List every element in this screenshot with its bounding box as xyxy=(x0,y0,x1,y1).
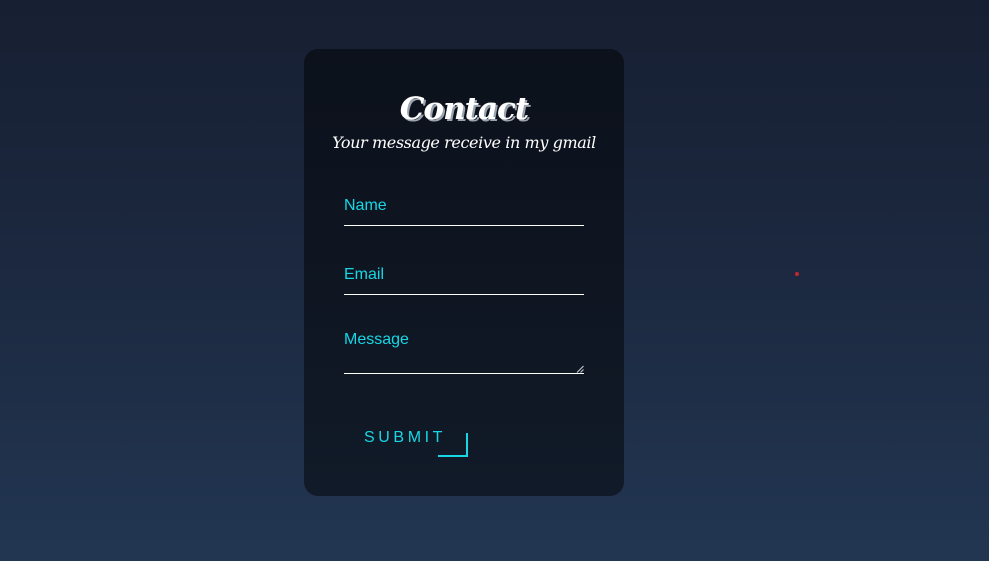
name-field-underline xyxy=(344,225,584,226)
name-field-label: Name xyxy=(344,197,387,214)
email-field-label: Email xyxy=(344,266,385,283)
message-field-underline xyxy=(344,373,584,374)
contact-card: Contact Your message receive in my gmail… xyxy=(304,49,624,496)
email-field[interactable]: Email xyxy=(344,264,584,296)
name-field[interactable]: Name xyxy=(344,195,584,227)
submit-corner-accent xyxy=(438,433,468,457)
email-field-underline xyxy=(344,294,584,295)
red-dot xyxy=(795,272,799,276)
message-field-label: Message xyxy=(344,331,409,348)
submit-button[interactable]: SUBMIT xyxy=(364,428,468,457)
card-subtitle: Your message receive in my gmail xyxy=(332,133,596,152)
card-title: Contact xyxy=(399,91,530,127)
message-field[interactable]: Message xyxy=(344,329,584,375)
textarea-resize-icon[interactable] xyxy=(576,365,584,373)
submit-button-label: SUBMIT xyxy=(364,429,447,446)
